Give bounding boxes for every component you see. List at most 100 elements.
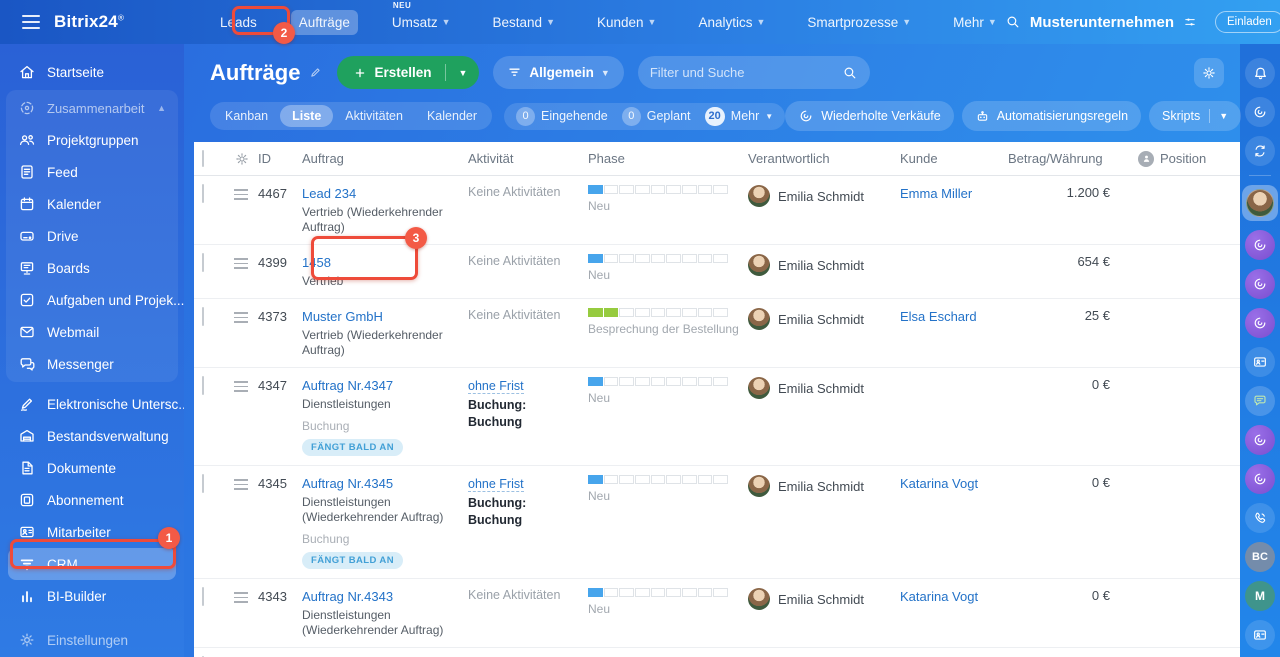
column-verantwortlich[interactable]: Verantwortlich [748, 151, 900, 166]
automation-rules-button[interactable]: Automatisierungsregeln [961, 101, 1142, 131]
column-auftrag[interactable]: Auftrag [302, 151, 468, 166]
create-button[interactable]: Erstellen ▼ [337, 56, 480, 89]
scripts-chevron-icon[interactable]: ▼ [1219, 111, 1228, 121]
sidebar-item-startseite[interactable]: Startseite [8, 56, 176, 88]
order-link[interactable]: Auftrag Nr.4347 [302, 378, 393, 393]
app-logo[interactable]: Bitrix24® [54, 12, 124, 32]
grid-settings-button[interactable] [1194, 57, 1224, 88]
row-checkbox[interactable] [202, 474, 204, 493]
rail-card-icon[interactable] [1245, 347, 1275, 377]
sidebar-item-dokumente[interactable]: Dokumente [8, 452, 176, 484]
order-link[interactable]: Lead 234 [302, 186, 356, 201]
order-link[interactable]: 1458 [302, 255, 331, 270]
sidebar-item-webmail[interactable]: Webmail [8, 316, 176, 348]
topnav-item-smartprozesse[interactable]: Smartprozesse ▼ [799, 10, 919, 35]
counter-eingehende[interactable]: 0 Eingehende [516, 106, 608, 126]
topnav-item-umsatz[interactable]: NEU Umsatz ▼ [384, 1, 459, 35]
phase-progress-bar[interactable] [588, 254, 729, 263]
topnav-item-auftr-ge[interactable]: Aufträge [290, 9, 358, 35]
rail-phone-icon[interactable] [1245, 503, 1275, 533]
table-row-4343[interactable]: 4343 Auftrag Nr.4343 Dienstleistungen (Wie… [194, 579, 1240, 648]
customer-link[interactable]: Emma Miller [900, 186, 972, 201]
phase-progress-bar[interactable] [588, 588, 729, 597]
view-tab-kanban[interactable]: Kanban [213, 105, 280, 127]
sidebar-item-elektronische-untersc-[interactable]: Elektronische Untersc... [8, 388, 184, 420]
sidebar-item-feed[interactable]: Feed [8, 156, 176, 188]
global-search[interactable]: Musterunternehmen [1005, 14, 1197, 31]
column-kunde[interactable]: Kunde [900, 151, 1008, 166]
phase-progress-bar[interactable] [588, 185, 729, 194]
sidebar-item-projektgruppen[interactable]: Projektgruppen [8, 124, 176, 156]
responsible-avatar[interactable] [748, 475, 770, 497]
edit-title-icon[interactable] [308, 65, 323, 80]
rail-sync-icon[interactable] [1245, 136, 1275, 166]
column-aktivitaet[interactable]: Aktivität [468, 151, 588, 166]
sidebar-item-abonnement[interactable]: Abonnement [8, 484, 176, 516]
rail-copilot-icon[interactable] [1245, 97, 1275, 127]
sliders-icon[interactable] [1183, 15, 1197, 29]
responsible-avatar[interactable] [748, 308, 770, 330]
rail-copilot-icon[interactable] [1245, 425, 1275, 455]
row-menu-icon[interactable] [234, 258, 258, 269]
menu-burger-icon[interactable] [22, 15, 40, 29]
view-tab-liste[interactable]: Liste [280, 105, 334, 127]
phase-progress-bar[interactable] [588, 308, 729, 317]
row-menu-icon[interactable] [234, 479, 258, 490]
table-row-4467[interactable]: 4467 Lead 234 Vertrieb (Wiederkehrender Au… [194, 176, 1240, 245]
activity-link[interactable]: ohne Frist [468, 379, 524, 394]
select-all-checkbox[interactable] [202, 150, 204, 167]
table-row-4399[interactable]: 4399 1458 Vertrieb Keine Aktivitäten Neu Emil… [194, 245, 1240, 299]
pill-einladen[interactable]: Einladen [1215, 11, 1280, 33]
phase-progress-bar[interactable] [588, 475, 729, 484]
search-icon[interactable] [842, 65, 858, 81]
topnav-item-kunden[interactable]: Kunden ▼ [589, 10, 664, 35]
counter-mehr[interactable]: 20 Mehr ▼ [704, 106, 773, 126]
order-link[interactable]: Auftrag Nr.4343 [302, 589, 393, 604]
column-phase[interactable]: Phase [588, 151, 748, 166]
topnav-item-mehr[interactable]: Mehr ▼ [945, 10, 1005, 35]
view-tab-kalender[interactable]: Kalender [415, 105, 489, 127]
row-checkbox[interactable] [202, 184, 204, 203]
order-link[interactable]: Muster GmbH [302, 309, 383, 324]
phase-progress-bar[interactable] [588, 377, 729, 386]
row-menu-icon[interactable] [234, 189, 258, 200]
rail-copilot-icon[interactable] [1245, 269, 1275, 299]
filter-search-box[interactable] [637, 56, 870, 89]
column-position[interactable]: Position [1138, 150, 1240, 167]
responsible-avatar[interactable] [748, 185, 770, 207]
rail-bell-icon[interactable] [1245, 58, 1275, 88]
sidebar-item-mitarbeiter[interactable]: Mitarbeiter [8, 516, 176, 548]
row-checkbox[interactable] [202, 587, 204, 606]
activity-link[interactable]: ohne Frist [468, 477, 524, 492]
row-checkbox[interactable] [202, 307, 204, 326]
rail-chat-icon[interactable] [1245, 386, 1275, 416]
row-menu-icon[interactable] [234, 381, 258, 392]
responsible-avatar[interactable] [748, 254, 770, 276]
customer-link[interactable]: Katarina Vogt [900, 476, 978, 491]
table-row-4345[interactable]: 4345 Auftrag Nr.4345 Dienstleistungen (Wie… [194, 466, 1240, 579]
scripts-button[interactable]: Skripts ▼ [1149, 101, 1242, 131]
row-checkbox[interactable] [202, 376, 204, 395]
view-tab-aktivitäten[interactable]: Aktivitäten [333, 105, 415, 127]
sidebar-item-zusammenarbeit[interactable]: Zusammenarbeit ▲ [8, 92, 176, 124]
column-betrag[interactable]: Betrag/Währung [1008, 151, 1138, 166]
table-row-4347[interactable]: 4347 Auftrag Nr.4347 Dienstleistungen Buchu… [194, 368, 1240, 466]
create-dropdown-chevron-icon[interactable]: ▼ [446, 68, 479, 78]
company-name[interactable]: Musterunternehmen [1030, 14, 1174, 31]
sidebar-item-bi-builder[interactable]: BI-Builder [8, 580, 176, 612]
column-settings-gear-icon[interactable] [234, 151, 258, 167]
customer-link[interactable]: Elsa Eschard [900, 309, 977, 324]
row-menu-icon[interactable] [234, 592, 258, 603]
responsible-avatar[interactable] [748, 377, 770, 399]
sidebar-item-crm[interactable]: CRM [8, 548, 176, 580]
rail-copilot-icon[interactable] [1245, 464, 1275, 494]
sidebar-item-drive[interactable]: Drive [8, 220, 176, 252]
rail-copilot-icon[interactable] [1245, 308, 1275, 338]
sidebar-item-aufgaben-und-projek-[interactable]: Aufgaben und Projek... [8, 284, 184, 316]
repeat-sales-button[interactable]: Wiederholte Verkäufe [785, 101, 954, 131]
sidebar-item-einstellungen[interactable]: Einstellungen [8, 624, 176, 656]
rail-profile-avatar[interactable] [1242, 185, 1278, 221]
rail-card-icon[interactable] [1245, 620, 1275, 650]
sidebar-item-bestandsverwaltung[interactable]: Bestandsverwaltung [8, 420, 176, 452]
table-row-4341[interactable]: 4341Auftrag Nr.4341Dienstleistungen (Wie… [194, 648, 1240, 657]
